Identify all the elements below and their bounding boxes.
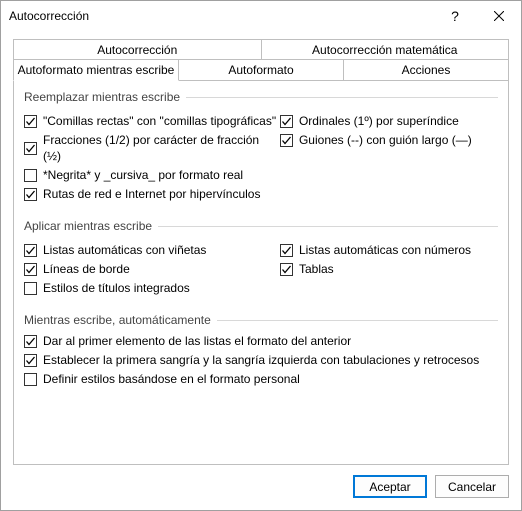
checkbox-fractions[interactable]: Fracciones (1/2) por carácter de fracció… bbox=[24, 132, 280, 164]
dialog-window: Autocorrección ? Autocorrección Autocorr… bbox=[0, 0, 522, 511]
checkbox-borders[interactable]: Líneas de borde bbox=[24, 261, 280, 277]
checkbox-box bbox=[24, 373, 37, 386]
checkbox-hyperlinks[interactable]: Rutas de red e Internet por hipervínculo… bbox=[24, 186, 280, 202]
group-apply-label: Aplicar mientras escribe bbox=[24, 219, 498, 233]
group-apply: Aplicar mientras escribe Listas automáti… bbox=[24, 219, 498, 299]
tab-strip: Autocorrección Autocorrección matemática… bbox=[13, 39, 509, 81]
checkbox-label: "Comillas rectas" con "comillas tipográf… bbox=[43, 113, 276, 129]
dialog-title: Autocorrección bbox=[9, 9, 433, 23]
check-icon bbox=[281, 116, 292, 127]
checkbox-format-begin[interactable]: Dar al primer elemento de las listas el … bbox=[24, 333, 498, 349]
tab-acciones[interactable]: Acciones bbox=[344, 59, 509, 81]
close-icon bbox=[494, 11, 504, 21]
group-replace-label: Reemplazar mientras escribe bbox=[24, 90, 498, 104]
check-icon bbox=[281, 264, 292, 275]
checkbox-box bbox=[24, 354, 37, 367]
check-icon bbox=[25, 245, 36, 256]
checkbox-define-styles[interactable]: Definir estilos basándose en el formato … bbox=[24, 371, 498, 387]
checkbox-box bbox=[24, 335, 37, 348]
checkbox-box bbox=[24, 244, 37, 257]
checkbox-box bbox=[24, 169, 37, 182]
dialog-body: Autocorrección Autocorrección matemática… bbox=[1, 31, 521, 465]
checkbox-label: Listas automáticas con viñetas bbox=[43, 242, 206, 258]
check-icon bbox=[25, 143, 36, 154]
checkbox-ordinals[interactable]: Ordinales (1º) por superíndice bbox=[280, 113, 498, 129]
checkbox-box bbox=[24, 188, 37, 201]
checkbox-label: Definir estilos basándose en el formato … bbox=[43, 371, 300, 387]
check-icon bbox=[25, 355, 36, 366]
checkbox-label: Guiones (--) con guión largo (—) bbox=[299, 132, 472, 148]
checkbox-label: *Negrita* y _cursiva_ por formato real bbox=[43, 167, 243, 183]
group-replace: Reemplazar mientras escribe "Comillas re… bbox=[24, 90, 498, 205]
checkbox-bullets[interactable]: Listas automáticas con viñetas bbox=[24, 242, 280, 258]
check-icon bbox=[281, 245, 292, 256]
checkbox-box bbox=[280, 134, 293, 147]
group-auto-label: Mientras escribe, automáticamente bbox=[24, 313, 498, 327]
tab-autocorreccion[interactable]: Autocorrección bbox=[13, 39, 261, 60]
checkbox-indent[interactable]: Establecer la primera sangría y la sangr… bbox=[24, 352, 498, 368]
checkbox-bolditalic[interactable]: *Negrita* y _cursiva_ por formato real bbox=[24, 167, 280, 183]
check-icon bbox=[25, 189, 36, 200]
checkbox-box bbox=[24, 115, 37, 128]
checkbox-box bbox=[24, 142, 37, 155]
ok-button[interactable]: Aceptar bbox=[353, 475, 427, 498]
check-icon bbox=[25, 264, 36, 275]
checkbox-label: Líneas de borde bbox=[43, 261, 130, 277]
checkbox-box bbox=[280, 263, 293, 276]
check-icon bbox=[25, 336, 36, 347]
checkbox-label: Ordinales (1º) por superíndice bbox=[299, 113, 459, 129]
checkbox-label: Dar al primer elemento de las listas el … bbox=[43, 333, 351, 349]
checkbox-box bbox=[280, 244, 293, 257]
checkbox-label: Estilos de títulos integrados bbox=[43, 280, 190, 296]
titlebar: Autocorrección ? bbox=[1, 1, 521, 31]
tab-matematica[interactable]: Autocorrección matemática bbox=[261, 39, 510, 60]
checkbox-dashes[interactable]: Guiones (--) con guión largo (—) bbox=[280, 132, 498, 148]
check-icon bbox=[25, 116, 36, 127]
tab-autoformato-escribe[interactable]: Autoformato mientras escribe bbox=[13, 59, 179, 81]
tab-autoformato[interactable]: Autoformato bbox=[179, 59, 344, 81]
checkbox-label: Listas automáticas con números bbox=[299, 242, 471, 258]
help-button[interactable]: ? bbox=[433, 1, 477, 31]
close-button[interactable] bbox=[477, 1, 521, 31]
checkbox-label: Fracciones (1/2) por carácter de fracció… bbox=[43, 132, 280, 164]
group-auto: Mientras escribe, automáticamente Dar al… bbox=[24, 313, 498, 387]
checkbox-box bbox=[280, 115, 293, 128]
checkbox-box bbox=[24, 282, 37, 295]
checkbox-quotes[interactable]: "Comillas rectas" con "comillas tipográf… bbox=[24, 113, 280, 129]
dialog-footer: Aceptar Cancelar bbox=[1, 465, 521, 510]
checkbox-label: Rutas de red e Internet por hipervínculo… bbox=[43, 186, 260, 202]
checkbox-tables[interactable]: Tablas bbox=[280, 261, 498, 277]
checkbox-box bbox=[24, 263, 37, 276]
cancel-button[interactable]: Cancelar bbox=[435, 475, 509, 498]
checkbox-label: Establecer la primera sangría y la sangr… bbox=[43, 352, 479, 368]
checkbox-label: Tablas bbox=[299, 261, 334, 277]
check-icon bbox=[281, 135, 292, 146]
checkbox-headings[interactable]: Estilos de títulos integrados bbox=[24, 280, 280, 296]
tab-panel: Reemplazar mientras escribe "Comillas re… bbox=[13, 80, 509, 465]
checkbox-numbers[interactable]: Listas automáticas con números bbox=[280, 242, 498, 258]
